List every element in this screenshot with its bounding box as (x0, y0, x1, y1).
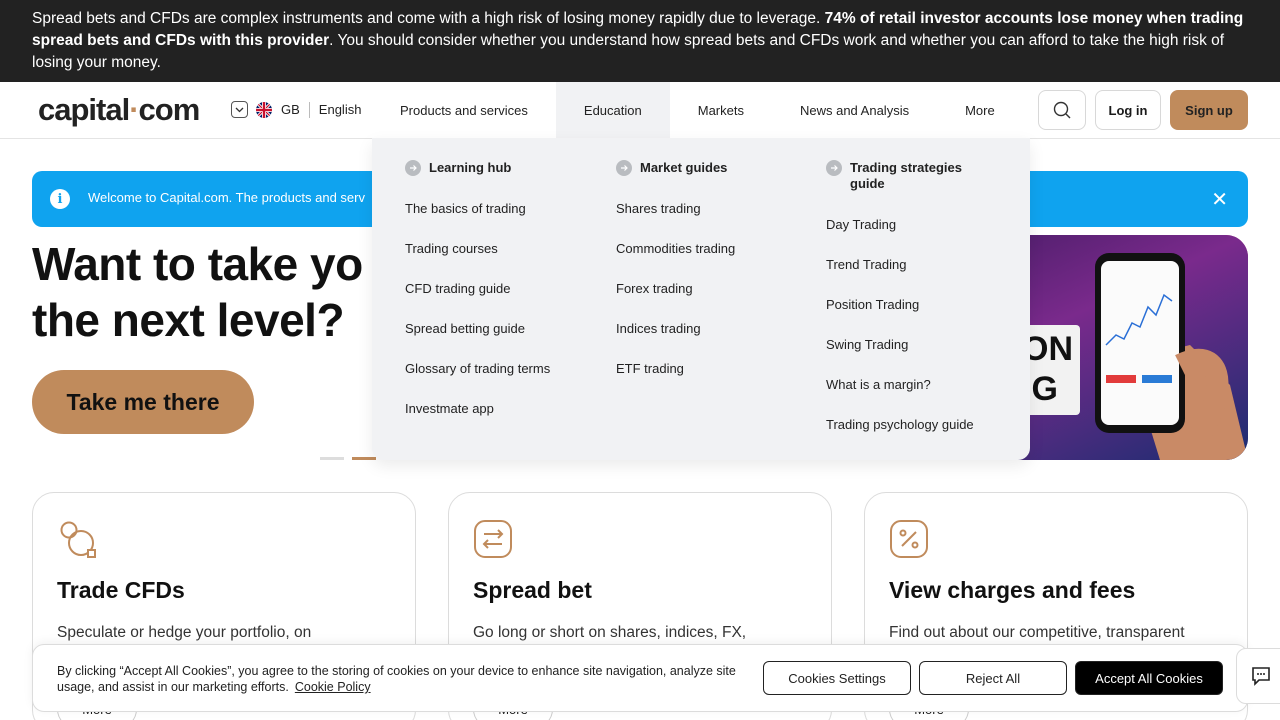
search-icon (1053, 101, 1071, 119)
percent-icon (889, 519, 929, 559)
chevron-down-icon (231, 101, 248, 118)
market-guides-heading[interactable]: Market guides (616, 160, 735, 176)
card-text: Go long or short on shares, indices, FX, (473, 624, 747, 641)
site-header: capital·com GB English Products and serv… (0, 82, 1280, 139)
circles-icon (57, 519, 97, 559)
cookie-message: By clicking “Accept All Cookies”, you ag… (57, 664, 736, 694)
logo-dot: · (129, 92, 139, 127)
close-icon[interactable]: ✕ (1211, 187, 1228, 212)
menu-item[interactable]: What is a margin? (826, 377, 974, 417)
nav-news-analysis[interactable]: News and Analysis (772, 82, 937, 139)
info-icon: i (50, 189, 70, 209)
risk-warning-banner: Spread bets and CFDs are complex instrum… (0, 0, 1280, 82)
card-title: View charges and fees (889, 577, 1136, 603)
risk-text-start: Spread bets and CFDs are complex instrum… (32, 10, 825, 27)
menu-item[interactable]: Indices trading (616, 321, 735, 361)
hero-title-line1: Want to take yo (32, 238, 363, 290)
locale-divider (308, 101, 310, 118)
reject-all-button[interactable]: Reject All (919, 661, 1067, 695)
menu-item[interactable]: ETF trading (616, 361, 735, 401)
market-guides-label: Market guides (640, 160, 728, 175)
learning-hub-heading[interactable]: Learning hub (405, 160, 550, 176)
notice-text: Welcome to Capital.com. The products and… (88, 190, 365, 205)
main-nav: Products and services Education Markets … (372, 82, 1023, 139)
search-button[interactable] (1038, 90, 1086, 130)
uk-flag-icon (256, 101, 272, 118)
menu-item[interactable]: Trading courses (405, 241, 550, 281)
chat-button[interactable] (1236, 648, 1280, 704)
trading-strategies-label-line2: guide (850, 176, 885, 191)
card-text: Find out about our competitive, transpar… (889, 624, 1185, 641)
language-label: English (318, 102, 362, 117)
cookie-consent-bar: By clicking “Accept All Cookies”, you ag… (32, 644, 1248, 712)
trading-strategies-heading[interactable]: Trading strategies guide (826, 160, 974, 192)
trading-strategies-label: Trading strategies guide (850, 160, 962, 192)
logo-text-com: com (138, 92, 201, 127)
menu-item[interactable]: Forex trading (616, 281, 735, 321)
trading-strategies-label-line1: Trading strategies (850, 160, 962, 175)
nav-more[interactable]: More (937, 82, 1023, 139)
cookie-policy-link[interactable]: Cookie Policy (295, 680, 371, 694)
arrow-right-icon (616, 160, 632, 176)
arrow-right-icon (405, 160, 421, 176)
card-text: Speculate or hedge your portfolio, on (57, 624, 312, 641)
menu-column-market-guides: Market guides Shares trading Commodities… (616, 160, 735, 401)
carousel-dot[interactable] (320, 457, 344, 460)
login-button[interactable]: Log in (1095, 90, 1161, 130)
capital-logo[interactable]: capital·com (38, 92, 201, 128)
accept-all-cookies-button[interactable]: Accept All Cookies (1075, 661, 1223, 695)
nav-markets[interactable]: Markets (670, 82, 772, 139)
menu-item[interactable]: Shares trading (616, 201, 735, 241)
chat-icon (1252, 667, 1270, 686)
menu-item[interactable]: Trend Trading (826, 257, 974, 297)
nav-products-services[interactable]: Products and services (372, 82, 556, 139)
menu-item[interactable]: Day Trading (826, 217, 974, 257)
learning-hub-label: Learning hub (429, 160, 512, 175)
nav-education[interactable]: Education (555, 82, 670, 139)
locale-selector[interactable]: GB English (231, 101, 361, 118)
logo-text-capital: capital (38, 92, 130, 127)
menu-item[interactable]: Glossary of trading terms (405, 361, 550, 401)
signup-button[interactable]: Sign up (1170, 90, 1248, 130)
arrows-exchange-icon (473, 519, 513, 559)
arrow-right-icon (826, 160, 842, 176)
menu-column-trading-strategies: Trading strategies guide Day Trading Tren… (826, 160, 974, 457)
hero-title: Want to take yo the next level? (32, 236, 363, 348)
country-code: GB (281, 102, 300, 117)
menu-item[interactable]: Position Trading (826, 297, 974, 337)
menu-item[interactable]: CFD trading guide (405, 281, 550, 321)
education-mega-menu: Learning hub The basics of trading Tradi… (372, 138, 1030, 460)
menu-item[interactable]: The basics of trading (405, 201, 550, 241)
menu-item[interactable]: Trading psychology guide (826, 417, 974, 457)
menu-item[interactable]: Commodities trading (616, 241, 735, 281)
menu-item[interactable]: Swing Trading (826, 337, 974, 377)
card-title: Trade CFDs (57, 577, 185, 603)
cookie-text: By clicking “Accept All Cookies”, you ag… (57, 663, 747, 695)
menu-item[interactable]: Investmate app (405, 401, 550, 441)
menu-column-learning-hub: Learning hub The basics of trading Tradi… (405, 160, 550, 441)
card-title: Spread bet (473, 577, 592, 603)
cookies-settings-button[interactable]: Cookies Settings (763, 661, 911, 695)
hero-title-line2: the next level? (32, 294, 345, 346)
carousel-dot-active[interactable] (352, 457, 376, 460)
menu-item[interactable]: Spread betting guide (405, 321, 550, 361)
take-me-there-button[interactable]: Take me there (32, 370, 254, 434)
